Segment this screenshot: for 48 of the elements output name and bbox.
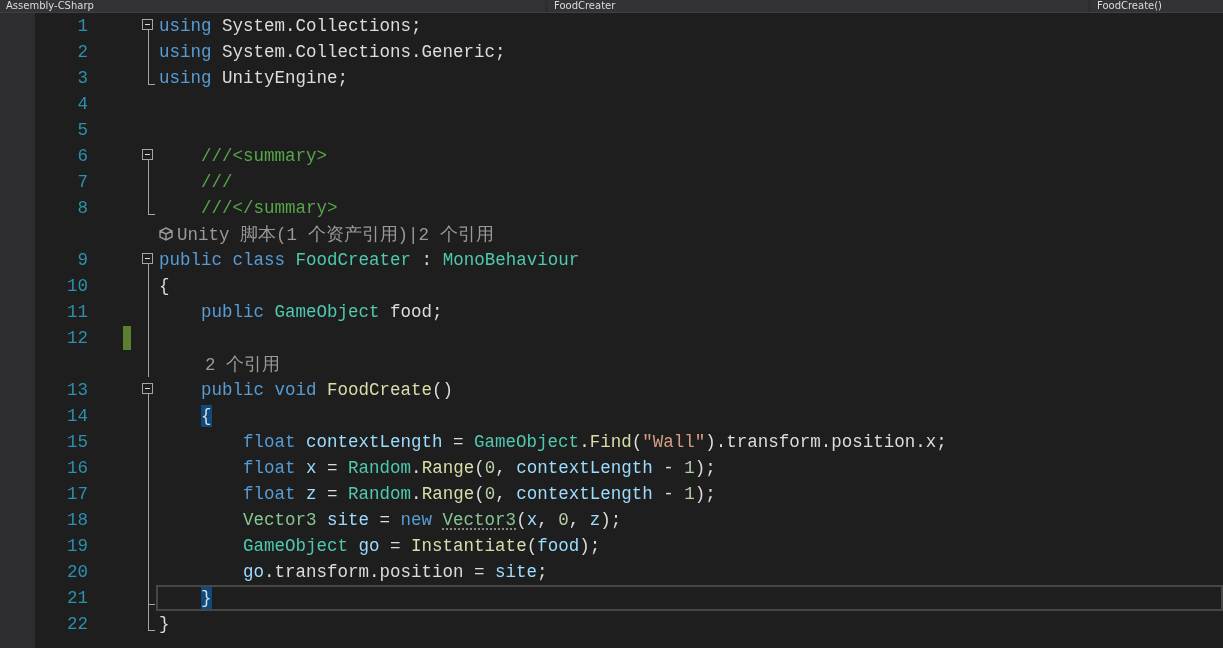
line-number: 13 — [66, 380, 88, 400]
line-number: 1 — [76, 16, 88, 36]
collapse-toggle[interactable] — [142, 253, 153, 264]
code-line: public class FoodCreater : MonoBehaviour — [158, 249, 581, 272]
code-line: ///</summary> — [200, 197, 339, 220]
line-number: 7 — [76, 172, 88, 192]
collapse-toggle[interactable] — [142, 149, 153, 160]
code-line: float z = Random.Range(0, contextLength - 1); — [242, 483, 717, 506]
line-number: 15 — [66, 432, 88, 452]
collapse-toggle[interactable] — [142, 383, 153, 394]
code-lens[interactable]: Unity 脚本(1 个资产引用)|2 个引用 — [177, 222, 494, 246]
code-line: GameObject go = Instantiate(food); — [242, 535, 602, 558]
line-number: 21 — [66, 588, 88, 608]
line-number: 2 — [76, 42, 88, 62]
line-number: 11 — [66, 302, 88, 322]
line-number: 12 — [66, 328, 88, 348]
code-line: /// — [200, 171, 234, 194]
code-line: float x = Random.Range(0, contextLength - 1); — [242, 457, 717, 480]
line-number: 17 — [66, 484, 88, 504]
code-line: go.transform.position = site; — [242, 561, 549, 584]
code-line: float contextLength = GameObject.Find("Wall").transform.position.x; — [242, 431, 948, 454]
line-number: 4 — [76, 94, 88, 114]
line-number: 20 — [66, 562, 88, 582]
code-line: { — [158, 275, 171, 298]
line-number: 16 — [66, 458, 88, 478]
line-number: 19 — [66, 536, 88, 556]
code-line: using System.Collections; — [158, 15, 423, 38]
navigation-dropdown[interactable]: FoodCreater — [548, 0, 1088, 12]
code-line: public GameObject food; — [200, 301, 444, 324]
line-number: 14 — [66, 406, 88, 426]
navigation-dropdown[interactable]: FoodCreate() — [1091, 0, 1223, 12]
code-line: Vector3 site = new Vector3(x, 0, z); — [242, 509, 623, 532]
line-number: 22 — [66, 614, 88, 634]
code-lens[interactable]: 2 个引用 — [205, 352, 281, 376]
collapse-toggle[interactable] — [142, 19, 153, 30]
line-number: 5 — [76, 120, 88, 140]
code-line: ///<summary> — [200, 145, 329, 168]
code-line: } — [158, 613, 171, 636]
line-number: 9 — [76, 250, 88, 270]
line-number: 18 — [66, 510, 88, 530]
line-number: 10 — [66, 276, 88, 296]
code-line: using System.Collections.Generic; — [158, 41, 507, 64]
line-number: 3 — [76, 68, 88, 88]
code-line: public void FoodCreate() — [200, 379, 455, 402]
code-line: using UnityEngine; — [158, 67, 350, 90]
line-number: 6 — [76, 146, 88, 166]
line-number: 8 — [76, 198, 88, 218]
navigation-dropdown[interactable]: Assembly-CSharp — [0, 0, 545, 12]
